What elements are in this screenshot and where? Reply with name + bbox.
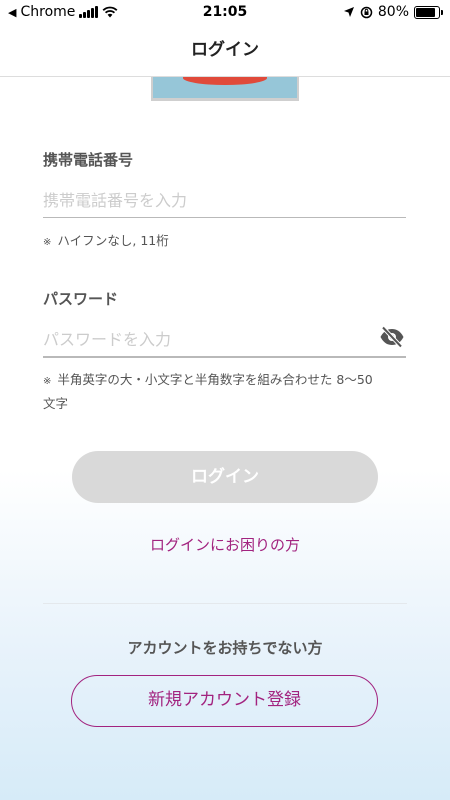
phone-note-text: ハイフンなし, 11桁 (57, 233, 169, 248)
logo-image (151, 77, 299, 101)
login-help-link[interactable]: ログインにお困りの方 (0, 534, 450, 555)
login-button[interactable]: ログイン (72, 451, 378, 503)
status-bar: ◀ Chrome 21:05 80% (0, 0, 450, 24)
signal-icon (79, 6, 99, 18)
page-title: ログイン (0, 24, 450, 77)
divider (43, 603, 407, 604)
rotation-lock-icon (360, 6, 373, 18)
logo-shape (183, 77, 267, 85)
battery-percent: 80% (377, 4, 409, 20)
no-account-text: アカウントをお持ちでない方 (127, 639, 323, 657)
location-arrow-icon (343, 7, 354, 17)
password-note-line2: 文字 (43, 396, 69, 411)
password-underline (43, 356, 406, 358)
status-left[interactable]: ◀ Chrome (8, 4, 118, 20)
phone-input[interactable] (43, 183, 406, 218)
password-input[interactable] (43, 322, 373, 357)
note-mark: ※ (43, 237, 52, 248)
eye-slash-icon[interactable] (379, 326, 405, 348)
password-label: パスワード (43, 290, 119, 308)
wifi-icon (102, 6, 118, 18)
register-button[interactable]: 新規アカウント登録 (71, 675, 378, 727)
password-note-line1: 半角英字の大・小文字と半角数字を組み合わせた 8〜50 (57, 372, 373, 387)
back-app-label[interactable]: Chrome (20, 4, 75, 20)
back-arrow-icon[interactable]: ◀ (8, 6, 16, 19)
phone-note: ※ ハイフンなし, 11桁 (43, 230, 169, 254)
note-mark: ※ (43, 376, 52, 387)
battery-icon (414, 5, 443, 19)
status-right: 80% (343, 4, 443, 20)
password-note: ※ 半角英字の大・小文字と半角数字を組み合わせた 8〜50 文字 (43, 369, 373, 415)
phone-label: 携帯電話番号 (43, 151, 134, 169)
